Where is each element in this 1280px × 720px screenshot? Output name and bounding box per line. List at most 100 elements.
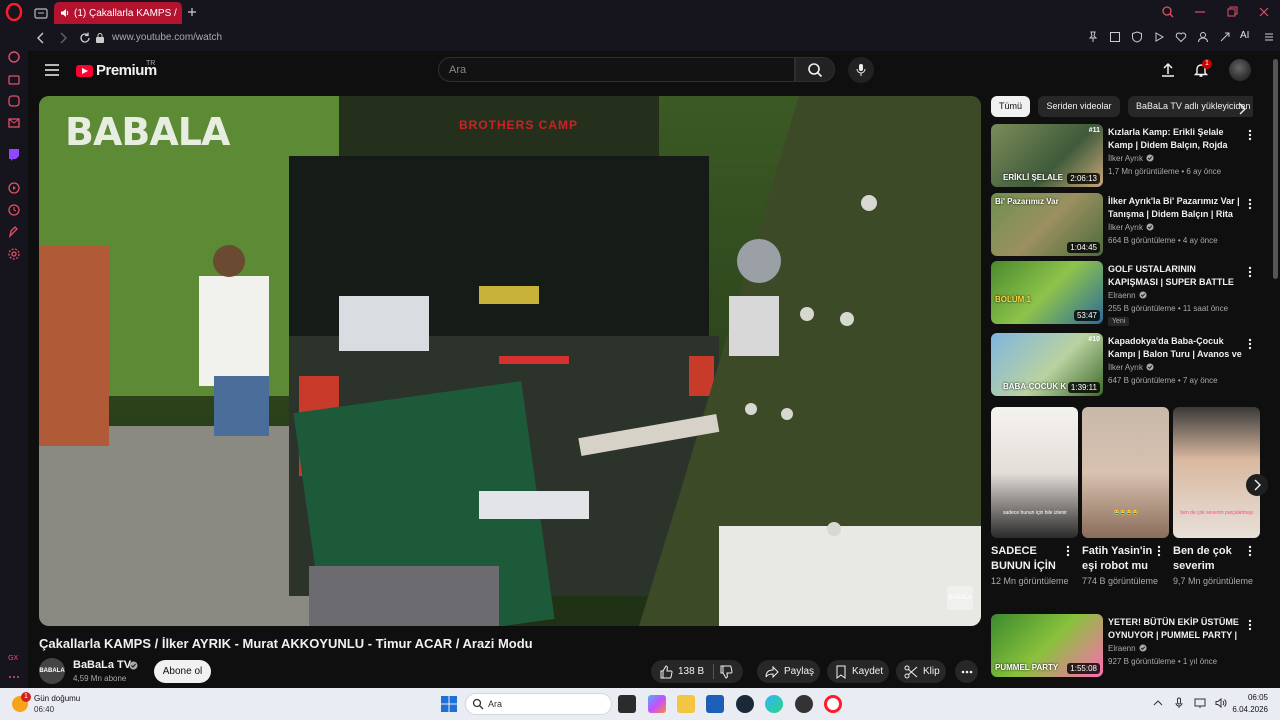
speaker-icon[interactable] [60, 8, 70, 18]
twitch-icon[interactable] [7, 148, 21, 162]
chevron-up-icon[interactable] [1152, 697, 1164, 709]
windows-start-icon[interactable] [441, 696, 457, 712]
aria-icon[interactable] [7, 50, 21, 64]
recommendation-channel[interactable]: Elraenn [1108, 644, 1147, 653]
recommendation-channel[interactable]: İlker Ayrık [1108, 363, 1154, 372]
recommendation-channel[interactable]: Elraenn [1108, 291, 1147, 300]
short-title[interactable]: SADECE BUNUN İÇİN [991, 544, 1063, 574]
recommendation-item[interactable]: #10 BABA-ÇOCUK K 1:39:11 Kapadokya'da Ba… [991, 333, 1255, 397]
steam-icon[interactable] [736, 695, 754, 713]
video-thumbnail[interactable]: Bi' Pazarımız Var 1:04:45 [991, 193, 1103, 256]
profile-icon[interactable] [1196, 30, 1210, 44]
gx-icon[interactable]: GX [7, 650, 21, 664]
scrollbar-thumb[interactable] [1273, 59, 1278, 279]
recommendation-item[interactable]: Bi' Pazarımız Var 1:04:45 İlker Ayrık'la… [991, 193, 1255, 257]
heart-icon[interactable] [1174, 30, 1188, 44]
recommendation-item[interactable]: #11 ERİKLİ ŞELALE 2:06:13 Kızlarla Kamp:… [991, 124, 1255, 188]
settings-gear-icon[interactable] [7, 247, 21, 261]
recommendation-title[interactable]: İlker Ayrık'la Bi' Pazarımız Var | Tanış… [1108, 195, 1242, 221]
short-title[interactable]: Ben de çok severim [1173, 544, 1245, 574]
recommendation-item[interactable]: PUMMEL PARTY 1:55:08 YETER! BÜTÜN EKİP Ü… [991, 614, 1255, 678]
network-icon[interactable] [1194, 697, 1206, 709]
more-vertical-icon[interactable] [1246, 618, 1254, 632]
chip-all[interactable]: Tümü [991, 96, 1031, 117]
pin-icon[interactable] [1086, 30, 1100, 44]
reload-icon[interactable] [76, 29, 94, 47]
channel-name[interactable]: BaBaLa TV [73, 659, 131, 671]
forward-icon[interactable] [54, 29, 72, 47]
more-vertical-icon[interactable] [1064, 544, 1072, 558]
more-vertical-icon[interactable] [1155, 544, 1163, 558]
hamburger-menu-icon[interactable] [42, 60, 62, 80]
tab-overview-icon[interactable] [33, 5, 49, 21]
more-vertical-icon[interactable] [1246, 197, 1254, 211]
dislike-thumb-icon[interactable] [719, 665, 733, 679]
restore-icon[interactable] [1224, 4, 1240, 20]
ai-label[interactable]: AI [1240, 30, 1254, 44]
more-vertical-icon[interactable] [1246, 265, 1254, 279]
upload-icon[interactable] [1159, 61, 1177, 79]
back-icon[interactable] [32, 29, 50, 47]
messenger-icon[interactable] [7, 94, 21, 108]
video-thumbnail[interactable]: BÖLÜM 1 53:47 [991, 261, 1103, 324]
more-vertical-icon[interactable] [1246, 544, 1254, 558]
short-item[interactable]: sadece bunun için bile izlenir SADECE BU… [991, 407, 1078, 586]
search-input[interactable]: Ara [438, 57, 795, 82]
short-title[interactable]: Fatih Yasin'in eşi robot mu [1082, 544, 1154, 574]
url-field[interactable]: www.youtube.com/watch [112, 32, 222, 43]
opera-icon[interactable] [824, 695, 842, 713]
more-vertical-icon[interactable] [1246, 337, 1254, 351]
recommendation-channel[interactable]: İlker Ayrık [1108, 154, 1154, 163]
recommendation-item[interactable]: BÖLÜM 1 53:47 GOLF USTALARININ KAPIŞMASI… [991, 261, 1255, 326]
like-count[interactable]: 138 B [678, 666, 704, 677]
clock-date[interactable]: 6.04.2026 [1225, 705, 1268, 714]
pinboard-icon[interactable] [7, 225, 21, 239]
more-actions-button[interactable] [955, 660, 978, 683]
browser-tab-active[interactable]: (1) Çakallarla KAMPS / [54, 2, 182, 24]
recommendation-title[interactable]: GOLF USTALARININ KAPIŞMASI | SUPER BATTL… [1108, 263, 1242, 289]
weather-widget-title[interactable]: Gün doğumu [34, 694, 80, 703]
crypto-wallet-icon[interactable] [7, 72, 21, 86]
clip-button[interactable]: Klip [896, 660, 946, 683]
task-view-icon[interactable] [618, 695, 636, 713]
gmail-icon[interactable] [7, 116, 21, 130]
chip-series[interactable]: Seriden videolar [1038, 96, 1120, 117]
chevron-right-icon[interactable] [1235, 102, 1249, 116]
save-button[interactable]: Kaydet [827, 660, 889, 683]
more-vertical-icon[interactable] [1246, 128, 1254, 142]
sidebar-more-icon[interactable] [7, 670, 21, 684]
youtube-premium-logo[interactable]: Premium [76, 62, 157, 79]
search-button[interactable] [795, 57, 835, 82]
easy-setup-menu-icon[interactable] [1262, 30, 1276, 44]
subscribe-button[interactable]: Abone ol [154, 660, 211, 683]
recommendation-title[interactable]: Kapadokya'da Baba-Çocuk Kampı | Balon Tu… [1108, 335, 1242, 361]
minimize-icon[interactable] [1192, 4, 1208, 20]
recommendation-title[interactable]: YETER! BÜTÜN EKİP ÜSTÜME OYNUYOR | PUMME… [1108, 616, 1242, 642]
search-tabs-icon[interactable] [1160, 4, 1176, 20]
lock-icon[interactable] [94, 32, 105, 44]
clock-time[interactable]: 06:05 [1233, 693, 1268, 702]
short-thumbnail[interactable]: ben de çok severim parçalatmayı [1173, 407, 1260, 538]
taskbar-search-input[interactable]: Ara [465, 693, 612, 715]
microsoft-store-icon[interactable] [706, 695, 724, 713]
short-item[interactable]: 😂😂😂😂 Fatih Yasin'in eşi robot mu 774 B g… [1082, 407, 1169, 586]
snapshot-icon[interactable] [1108, 30, 1122, 44]
like-thumb-icon[interactable] [659, 664, 673, 679]
edge-icon[interactable] [765, 695, 783, 713]
opera-logo-icon[interactable] [5, 3, 23, 21]
adblock-icon[interactable] [1130, 30, 1144, 44]
short-item[interactable]: ben de çok severim parçalatmayı Ben de ç… [1173, 407, 1260, 586]
opera-gx-icon[interactable] [795, 695, 813, 713]
aria-ai-icon[interactable] [1218, 30, 1232, 44]
close-icon[interactable] [1256, 4, 1272, 20]
channel-avatar[interactable]: BABALA [39, 658, 65, 684]
new-tab-plus-icon[interactable] [185, 5, 199, 19]
page-scrollbar[interactable] [1270, 51, 1280, 688]
share-button[interactable]: Paylaş [757, 660, 820, 683]
video-thumbnail[interactable]: #11 ERİKLİ ŞELALE 2:06:13 [991, 124, 1103, 187]
short-thumbnail[interactable]: 😂😂😂😂 [1082, 407, 1169, 538]
account-avatar[interactable] [1229, 59, 1251, 81]
video-player[interactable]: BABALA BROTHERS CAMP BABALA [39, 96, 981, 626]
short-thumbnail[interactable]: sadece bunun için bile izlenir [991, 407, 1078, 538]
copilot-icon[interactable] [648, 695, 666, 713]
